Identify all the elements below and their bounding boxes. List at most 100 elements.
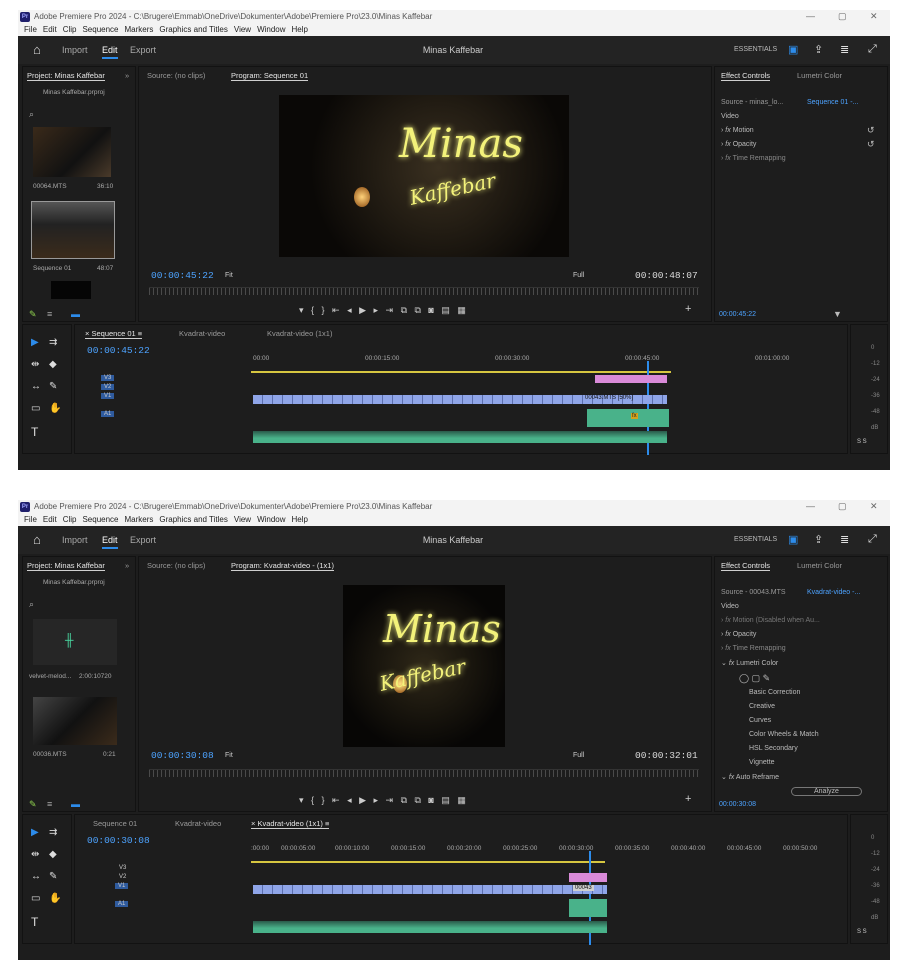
ec-lumetri[interactable]: ⌄ fx Lumetri Color bbox=[721, 659, 778, 667]
track-select-icon[interactable]: ⇉ bbox=[49, 337, 57, 348]
work-area-bar[interactable] bbox=[251, 861, 605, 863]
essentials-workspace[interactable]: ESSENTIALS bbox=[734, 536, 777, 543]
ec-opacity[interactable]: › fx Opacity bbox=[721, 631, 756, 638]
transport-controls[interactable]: ▾ { } ⇤ ◂ ▶ ▸ ⇥ ⧉ ⧉ ◙ ▤ ▦ bbox=[299, 795, 466, 806]
tab-kvadrat-video[interactable]: Kvadrat-video bbox=[175, 819, 221, 828]
work-area-bar[interactable] bbox=[251, 371, 671, 373]
restore-button[interactable]: ▢ bbox=[838, 11, 847, 22]
reset-icon[interactable]: ↺ bbox=[867, 125, 875, 136]
workspace-edit[interactable]: Edit bbox=[102, 45, 118, 59]
workspace-import[interactable]: Import bbox=[62, 45, 88, 55]
clip-audio-a1[interactable] bbox=[569, 899, 607, 917]
hand-tool-icon[interactable]: ✋ bbox=[49, 893, 61, 904]
bin-thumbnail[interactable] bbox=[33, 127, 111, 177]
razor-tool-icon[interactable]: ◆ bbox=[49, 359, 57, 370]
tab-kvadrat-video-1x1[interactable]: × Kvadrat-video (1x1) ≡ bbox=[251, 819, 330, 829]
close-button[interactable]: ✕ bbox=[870, 11, 878, 22]
panel-overflow-icon[interactable]: » bbox=[125, 561, 129, 570]
ec-motion[interactable]: › fx Motion bbox=[721, 127, 754, 134]
icon-view-icon[interactable]: ▬ bbox=[71, 799, 80, 809]
pencil-icon[interactable]: ✎ bbox=[29, 309, 37, 320]
workspace-edit[interactable]: Edit bbox=[102, 535, 118, 549]
progress-icon[interactable]: ≣ bbox=[840, 43, 849, 56]
bin-thumbnail-audio[interactable]: ╫ bbox=[33, 619, 117, 665]
menu-graphics[interactable]: Graphics and Titles bbox=[159, 24, 227, 36]
ripple-edit-icon[interactable]: ⇹ bbox=[31, 359, 39, 370]
program-current-timecode[interactable]: 00:00:45:22 bbox=[151, 270, 214, 281]
zoom-dropdown[interactable]: Fit bbox=[225, 272, 233, 279]
tab-source[interactable]: Source: (no clips) bbox=[147, 561, 205, 570]
slip-tool-icon[interactable]: ↔ bbox=[31, 871, 41, 882]
tab-project[interactable]: Project: Minas Kaffebar bbox=[27, 71, 105, 81]
home-icon[interactable]: ⌂ bbox=[33, 42, 41, 57]
track-v1[interactable]: V1 bbox=[101, 393, 115, 399]
share-icon[interactable]: ⇪ bbox=[814, 533, 823, 546]
reset-icon[interactable]: ↺ bbox=[867, 139, 875, 150]
tab-effect-controls[interactable]: Effect Controls bbox=[721, 561, 771, 571]
program-scrub-bar[interactable] bbox=[149, 287, 699, 295]
tab-source[interactable]: Source: (no clips) bbox=[147, 71, 205, 80]
rectangle-tool-icon[interactable]: ▭ bbox=[31, 893, 40, 904]
ec-time-remapping[interactable]: › fx Time Remapping bbox=[721, 155, 786, 162]
solo-buttons[interactable]: S S bbox=[857, 439, 867, 445]
fullscreen-icon[interactable]: ⤢ bbox=[868, 533, 877, 546]
restore-button[interactable]: ▢ bbox=[838, 501, 847, 512]
menu-file[interactable]: File bbox=[24, 24, 37, 36]
close-button[interactable]: ✕ bbox=[870, 501, 878, 512]
list-view-icon[interactable]: ≡ bbox=[47, 799, 52, 809]
add-button-icon[interactable]: + bbox=[685, 303, 691, 315]
ec-time-remapping[interactable]: › fx Time Remapping bbox=[721, 645, 786, 652]
bin-thumbnail[interactable] bbox=[33, 697, 117, 745]
minimize-button[interactable]: — bbox=[806, 501, 815, 511]
bin-thumbnail[interactable] bbox=[51, 281, 91, 299]
search-icon[interactable]: ⌕ bbox=[29, 599, 34, 610]
menu-view[interactable]: View bbox=[234, 24, 251, 36]
type-tool-icon[interactable]: T bbox=[31, 425, 38, 439]
track-v3[interactable]: V3 bbox=[101, 375, 115, 381]
search-icon[interactable]: ⌕ bbox=[29, 109, 34, 120]
menu-window[interactable]: Window bbox=[257, 24, 285, 36]
workspaces-icon[interactable]: ▣ bbox=[788, 43, 798, 56]
tab-kvadrat-video-1x1[interactable]: Kvadrat-video (1x1) bbox=[267, 329, 332, 338]
clip-video-v1[interactable] bbox=[253, 885, 607, 894]
track-v3[interactable]: V3 bbox=[119, 865, 126, 871]
track-select-icon[interactable]: ⇉ bbox=[49, 827, 57, 838]
tab-program[interactable]: Program: Kvadrat-video - (1x1) bbox=[231, 561, 334, 571]
track-v2[interactable]: V2 bbox=[119, 874, 126, 880]
lumetri-hsl-secondary[interactable]: HSL Secondary bbox=[749, 745, 798, 752]
ripple-edit-icon[interactable]: ⇹ bbox=[31, 849, 39, 860]
program-scrub-bar[interactable] bbox=[149, 769, 699, 777]
ec-target-sequence[interactable]: Kvadrat-video -... bbox=[807, 589, 860, 596]
ec-auto-reframe[interactable]: ⌄ fx Auto Reframe bbox=[721, 773, 779, 781]
menu-help[interactable]: Help bbox=[292, 514, 308, 526]
clip-audio-a2[interactable] bbox=[253, 431, 667, 443]
tab-kvadrat-video[interactable]: Kvadrat-video bbox=[179, 329, 225, 338]
ec-target-sequence[interactable]: Sequence 01 -... bbox=[807, 99, 858, 106]
ec-source-label[interactable]: Source - minas_lo... bbox=[721, 99, 783, 106]
menu-edit[interactable]: Edit bbox=[43, 24, 57, 36]
analyze-button[interactable]: Analyze bbox=[791, 787, 862, 796]
panel-overflow-icon[interactable]: » bbox=[125, 71, 129, 80]
pencil-icon[interactable]: ✎ bbox=[29, 799, 37, 810]
minimize-button[interactable]: — bbox=[806, 11, 815, 21]
icon-view-icon[interactable]: ▬ bbox=[71, 309, 80, 319]
workspace-export[interactable]: Export bbox=[130, 45, 156, 55]
progress-icon[interactable]: ≣ bbox=[840, 533, 849, 546]
lumetri-curves[interactable]: Curves bbox=[749, 717, 771, 724]
workspaces-icon[interactable]: ▣ bbox=[788, 533, 798, 546]
clip-audio-a1[interactable] bbox=[587, 409, 669, 427]
essentials-workspace[interactable]: ESSENTIALS bbox=[734, 46, 777, 53]
slip-tool-icon[interactable]: ↔ bbox=[31, 381, 41, 392]
quality-dropdown[interactable]: Full bbox=[573, 752, 584, 759]
lumetri-creative[interactable]: Creative bbox=[749, 703, 775, 710]
clip-audio-a2[interactable] bbox=[253, 921, 607, 933]
menu-sequence[interactable]: Sequence bbox=[82, 24, 118, 36]
rectangle-tool-icon[interactable]: ▭ bbox=[31, 403, 40, 414]
menu-sequence[interactable]: Sequence bbox=[82, 514, 118, 526]
pen-tool-icon[interactable]: ✎ bbox=[49, 871, 57, 882]
type-tool-icon[interactable]: T bbox=[31, 915, 38, 929]
timeline-timecode[interactable]: 00:00:30:08 bbox=[87, 835, 150, 846]
quality-dropdown[interactable]: Full bbox=[573, 272, 584, 279]
bin-thumbnail-selected[interactable] bbox=[31, 201, 115, 259]
mask-tools-icon[interactable]: ◯ ▢ ✎ bbox=[739, 673, 770, 684]
